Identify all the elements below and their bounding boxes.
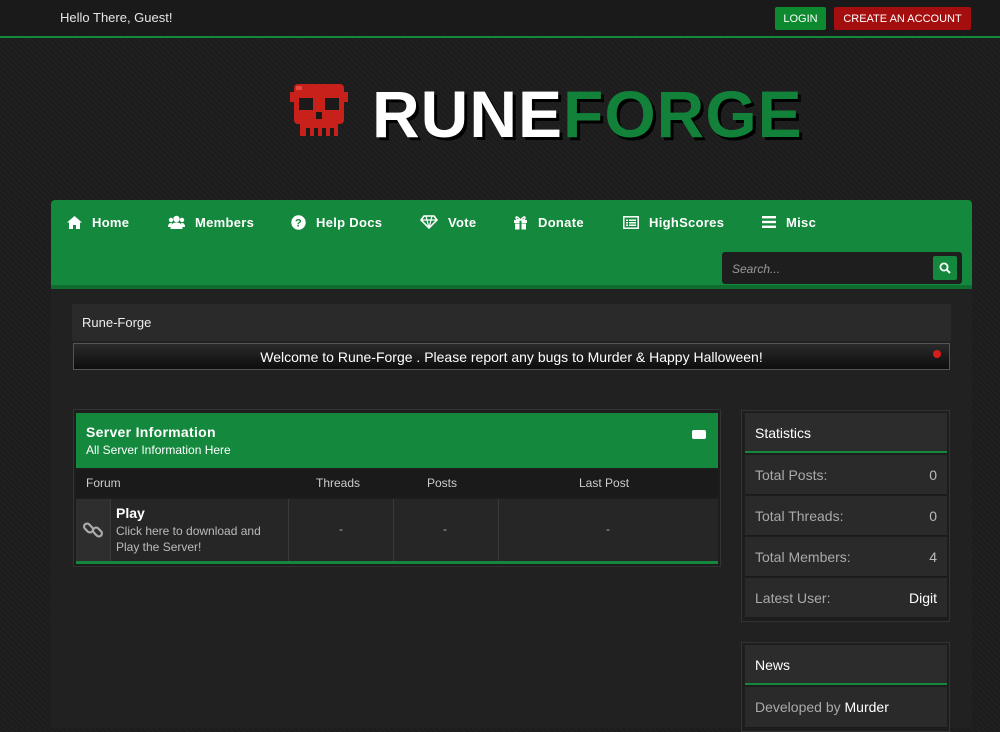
nav-item-donate[interactable]: Donate <box>513 214 584 230</box>
news-header: News <box>745 645 947 685</box>
nav-item-label: Help Docs <box>316 214 383 230</box>
site-logo[interactable]: RUNEFORGE <box>290 77 802 151</box>
column-posts: Posts <box>427 476 458 490</box>
nav-item-highscores[interactable]: HighScores <box>623 214 724 230</box>
bars-icon <box>762 216 776 228</box>
forum-last-post: - <box>606 522 610 536</box>
nav-item-home[interactable]: Home <box>67 214 129 230</box>
nav-item-label: Misc <box>786 214 817 230</box>
breadcrumb-link[interactable]: Rune-Forge <box>82 315 151 330</box>
statistics-title: Statistics <box>755 425 812 441</box>
column-threads: Threads <box>316 476 361 490</box>
nav-item-vote[interactable]: Vote <box>420 214 476 230</box>
cell-divider <box>498 499 499 561</box>
cell-divider <box>288 499 289 561</box>
users-icon <box>168 215 185 229</box>
breadcrumb: Rune-Forge <box>72 304 951 341</box>
search-icon <box>939 262 951 274</box>
forum-bottom-border <box>76 561 718 564</box>
search-input[interactable] <box>730 259 924 279</box>
news-text: Developed by Murder <box>755 699 889 715</box>
stat-label: Total Posts: <box>755 467 828 483</box>
cell-divider <box>110 499 111 561</box>
news-row: Developed by Murder <box>745 687 947 728</box>
stat-row: Total Posts: 0 <box>745 455 947 495</box>
nav-item-label: Vote <box>448 214 477 230</box>
nav-item-label: Donate <box>538 214 584 230</box>
news-title: News <box>755 657 791 673</box>
search-box <box>722 252 962 284</box>
column-last-post: Last Post <box>579 476 630 490</box>
stat-row: Total Threads: 0 <box>745 496 947 536</box>
forum-category-title[interactable]: Server Information <box>86 424 216 440</box>
logo-text-rune: RUNE <box>372 77 564 151</box>
column-forum: Forum <box>86 476 121 490</box>
cell-divider <box>393 499 394 561</box>
skull-icon <box>290 84 348 136</box>
nav-item-label: Home <box>92 214 130 230</box>
stat-value: 0 <box>929 508 937 524</box>
forum-name-link[interactable]: Play <box>116 505 145 521</box>
forum-row: Play Click here to download and Play the… <box>76 499 718 561</box>
collapse-toggle-icon[interactable] <box>692 430 706 439</box>
forum-category-header: Server Information All Server Informatio… <box>76 413 718 468</box>
forum-posts-count: - <box>443 522 447 536</box>
list-icon <box>623 215 639 229</box>
forum-row-icon-cell <box>76 499 110 561</box>
create-account-button[interactable]: CREATE AN ACCOUNT <box>834 7 971 30</box>
stat-row: Latest User: Digit <box>745 578 947 618</box>
stat-row: Total Members: 4 <box>745 537 947 577</box>
close-announcement-icon[interactable] <box>933 350 941 358</box>
gift-icon <box>514 215 527 230</box>
news-author-link[interactable]: Murder <box>845 699 889 715</box>
forum-category-subtitle: All Server Information Here <box>86 443 231 457</box>
announcement-bar: Welcome to Rune-Forge . Please report an… <box>73 343 950 370</box>
stat-value: 4 <box>929 549 937 565</box>
latest-user-link[interactable]: Digit <box>909 590 937 606</box>
nav-item-label: HighScores <box>649 214 725 230</box>
question-circle-icon: ? <box>291 214 306 230</box>
forum-threads-count: - <box>339 522 343 536</box>
forum-description: Click here to download and Play the Serv… <box>116 524 261 554</box>
nav-item-label: Members <box>195 214 255 230</box>
logo-text-forge: FORGE <box>563 77 803 151</box>
stat-label: Latest User: <box>755 590 831 606</box>
forum-column-headers: Forum Threads Posts Last Post <box>76 470 718 497</box>
search-button[interactable] <box>933 256 957 280</box>
svg-text:?: ? <box>295 217 302 229</box>
nav-item-members[interactable]: Members <box>168 214 254 230</box>
logo-text: RUNEFORGE <box>372 76 803 152</box>
statistics-header: Statistics <box>745 413 947 453</box>
nav-item-misc[interactable]: Misc <box>762 214 816 230</box>
stat-value: 0 <box>929 467 937 483</box>
announcement-text: Welcome to Rune-Forge . Please report an… <box>260 349 763 365</box>
login-button[interactable]: LOGIN <box>775 7 826 30</box>
nav-item-help-docs[interactable]: ? Help Docs <box>291 214 382 230</box>
greeting-text: Hello There, Guest! <box>60 10 173 25</box>
link-icon <box>82 522 104 538</box>
diamond-icon <box>420 215 438 229</box>
stat-label: Total Threads: <box>755 508 844 524</box>
news-prefix: Developed by <box>755 699 841 715</box>
stat-label: Total Members: <box>755 549 851 565</box>
home-icon <box>67 215 82 229</box>
